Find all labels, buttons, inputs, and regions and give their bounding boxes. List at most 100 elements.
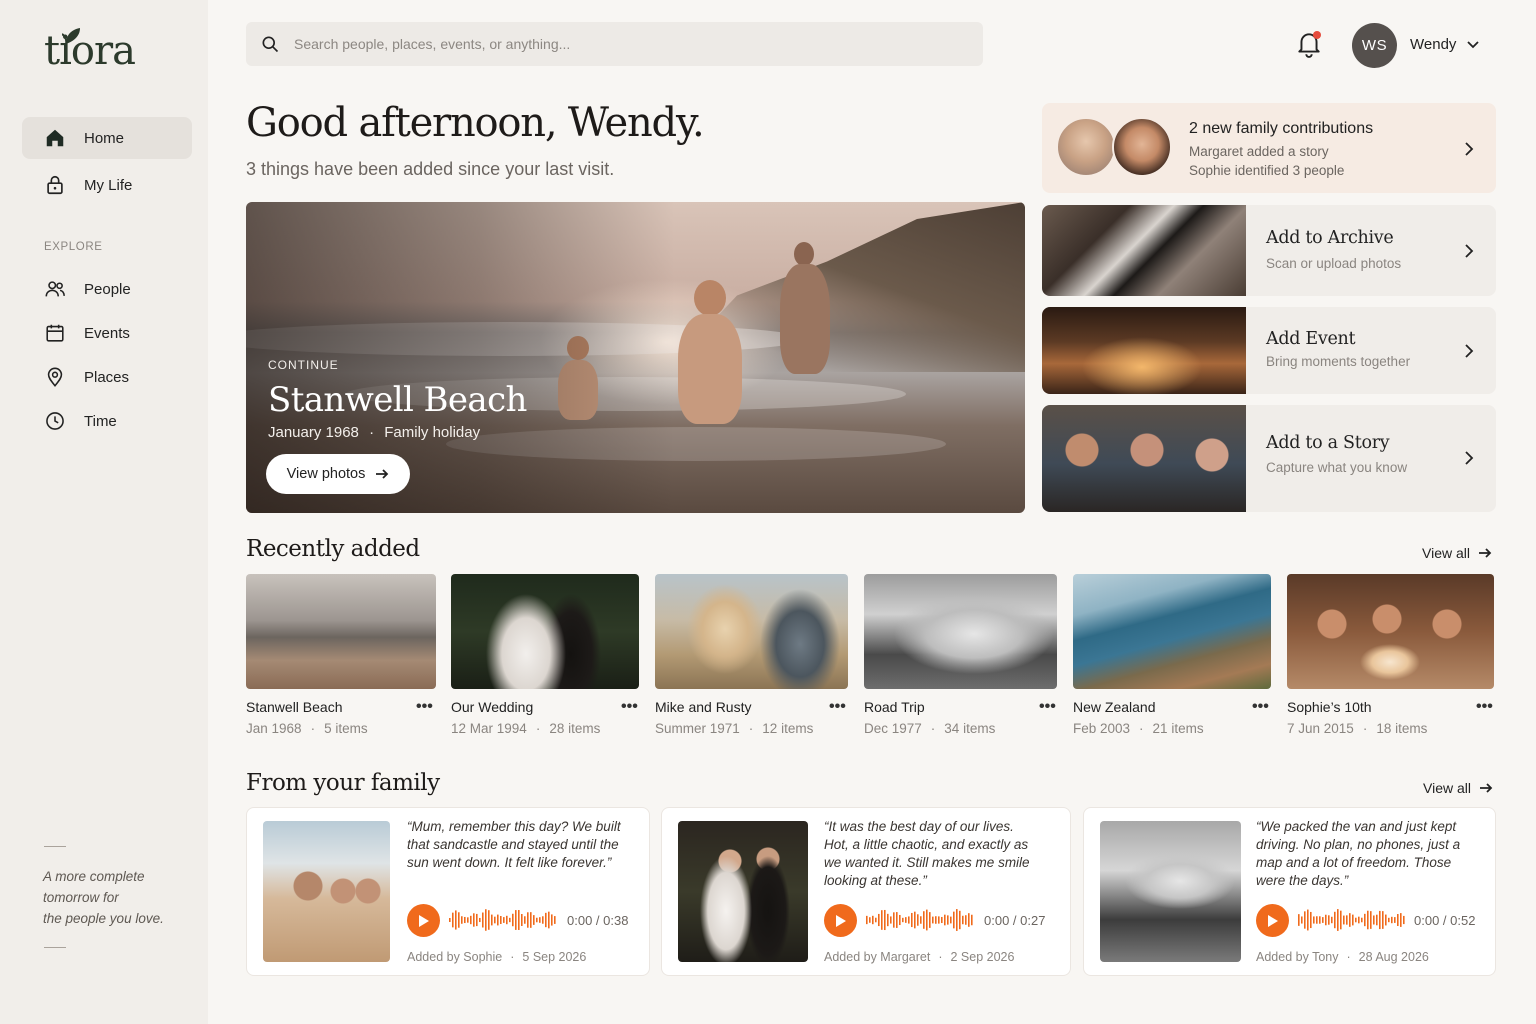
audio-waveform[interactable]	[1298, 906, 1408, 934]
page-title: Good afternoon, Wendy.	[246, 100, 705, 146]
family-story-card[interactable]: “Mum, remember this day? We built that s…	[246, 807, 650, 976]
more-options-icon[interactable]: •••	[829, 698, 846, 716]
meta-separator: ·	[310, 721, 316, 736]
sidebar-item-events[interactable]: Events	[22, 312, 192, 354]
sidebar-item-places[interactable]: Places	[22, 356, 192, 398]
divider	[44, 846, 66, 847]
search-input[interactable]	[294, 36, 934, 52]
story-quote: “Mum, remember this day? We built that s…	[407, 819, 621, 870]
hero-card[interactable]: CONTINUE Stanwell Beach January 1968 · F…	[246, 202, 1025, 513]
add-to-archive-card[interactable]: Add to Archive Scan or upload photos	[1042, 205, 1496, 296]
sidebar-item-home[interactable]: Home	[22, 117, 192, 159]
tagline: A more complete tomorrow for the people …	[43, 866, 193, 929]
more-options-icon[interactable]: •••	[1476, 698, 1493, 716]
chevron-right-icon	[1465, 344, 1474, 358]
play-icon	[418, 914, 429, 927]
recent-item-count: 21 items	[1152, 721, 1204, 736]
app-logo[interactable]: tiora	[44, 28, 136, 74]
meta-separator: ·	[930, 721, 936, 736]
recent-item-thumbnail[interactable]	[451, 574, 639, 689]
recent-item-thumbnail[interactable]	[1287, 574, 1494, 689]
tagline-line-1: A more complete	[43, 869, 145, 884]
story-attribution: Added by Margaret · 2 Sep 2026	[824, 950, 1014, 964]
audio-waveform[interactable]	[449, 906, 559, 934]
more-options-icon[interactable]: •••	[1252, 698, 1269, 716]
hero-title: Stanwell Beach	[268, 380, 527, 420]
audio-waveform[interactable]	[866, 906, 976, 934]
recent-item-meta: Jan 1968 · 5 items	[246, 721, 368, 736]
family-story-card[interactable]: “It was the best day of our lives. Hot, …	[661, 807, 1071, 976]
user-name[interactable]: Wendy	[1410, 36, 1456, 53]
view-all-label: View all	[1423, 780, 1471, 796]
sidebar: tiora Home My Life EXPLORE People Events…	[0, 0, 208, 1024]
audio-time: 0:00 / 0:38	[567, 913, 629, 928]
archive-photo-thumbnail	[1042, 205, 1246, 296]
sidebar-item-label: Home	[84, 129, 125, 147]
recent-item-thumbnail[interactable]	[246, 574, 436, 689]
more-options-icon[interactable]: •••	[1039, 698, 1056, 716]
recent-item-date: Jan 1968	[246, 721, 302, 736]
family-view-all-link[interactable]: View all	[1423, 780, 1493, 796]
hero-meta: January 1968 · Family holiday	[268, 424, 480, 441]
story-thumbnail	[678, 821, 808, 962]
recent-item-name[interactable]: New Zealand	[1073, 699, 1156, 715]
recent-item-date: Summer 1971	[655, 721, 740, 736]
recently-added-title: Recently added	[246, 536, 420, 562]
recent-item-thumbnail[interactable]	[864, 574, 1057, 689]
notification-title: 2 new family contributions	[1189, 120, 1374, 137]
action-title: Add to a Story	[1266, 433, 1390, 453]
recent-item-count: 18 items	[1376, 721, 1428, 736]
tagline-line-3: the people you love.	[43, 911, 164, 926]
sidebar-item-my-life[interactable]: My Life	[22, 164, 192, 206]
recent-item-meta: Summer 1971 · 12 items	[655, 721, 813, 736]
family-story-card[interactable]: “We packed the van and just kept driving…	[1083, 807, 1496, 976]
recent-item-count: 34 items	[944, 721, 996, 736]
recent-item-meta: Dec 1977 · 34 items	[864, 721, 995, 736]
search-bar[interactable]	[246, 22, 983, 66]
sidebar-item-label: Places	[84, 368, 130, 386]
search-icon	[262, 36, 279, 53]
calendar-icon	[46, 324, 64, 342]
audio-time: 0:00 / 0:27	[984, 913, 1046, 928]
more-options-icon[interactable]: •••	[621, 698, 638, 716]
recent-item-meta: 7 Jun 2015 · 18 items	[1287, 721, 1427, 736]
recent-item-thumbnail[interactable]	[655, 574, 848, 689]
family-contributions-card[interactable]: 2 new family contributions Margaret adde…	[1042, 103, 1496, 193]
recent-item-thumbnail[interactable]	[1073, 574, 1271, 689]
added-by: Added by Sophie	[407, 950, 503, 964]
play-button[interactable]	[1256, 904, 1289, 937]
hero-separator: ·	[369, 424, 375, 441]
added-by: Added by Margaret	[824, 950, 931, 964]
sidebar-item-time[interactable]: Time	[22, 400, 192, 442]
meta-separator: ·	[510, 950, 515, 964]
sidebar-item-label: Time	[84, 412, 117, 430]
story-thumbnail	[263, 821, 390, 962]
sidebar-item-people[interactable]: People	[22, 268, 192, 310]
recent-item-name[interactable]: Mike and Rusty	[655, 699, 751, 715]
audio-time: 0:00 / 0:52	[1414, 913, 1476, 928]
chevron-right-icon	[1465, 451, 1474, 465]
recent-item-count: 12 items	[762, 721, 814, 736]
contributor-avatar	[1056, 117, 1116, 177]
chevron-down-icon[interactable]	[1466, 39, 1480, 51]
recent-item-name[interactable]: Sophie’s 10th	[1287, 699, 1372, 715]
play-button[interactable]	[824, 904, 857, 937]
play-icon	[1267, 914, 1278, 927]
more-options-icon[interactable]: •••	[416, 698, 433, 716]
recent-item-name[interactable]: Our Wedding	[451, 699, 533, 715]
add-event-card[interactable]: Add Event Bring moments together	[1042, 307, 1496, 394]
play-button[interactable]	[407, 904, 440, 937]
add-to-story-card[interactable]: Add to a Story Capture what you know	[1042, 405, 1496, 512]
action-subtitle: Bring moments together	[1266, 354, 1411, 369]
view-all-label: View all	[1422, 545, 1470, 561]
recent-item-name[interactable]: Stanwell Beach	[246, 699, 343, 715]
added-date: 5 Sep 2026	[522, 950, 587, 964]
recent-item-name[interactable]: Road Trip	[864, 699, 925, 715]
user-avatar[interactable]: WS	[1352, 23, 1397, 68]
sidebar-item-label: People	[84, 280, 131, 298]
sidebar-item-label: Events	[84, 324, 130, 342]
added-by: Added by Tony	[1256, 950, 1339, 964]
chevron-right-icon	[1465, 244, 1474, 258]
recently-added-view-all-link[interactable]: View all	[1422, 545, 1492, 561]
view-photos-button[interactable]: View photos	[266, 454, 410, 494]
